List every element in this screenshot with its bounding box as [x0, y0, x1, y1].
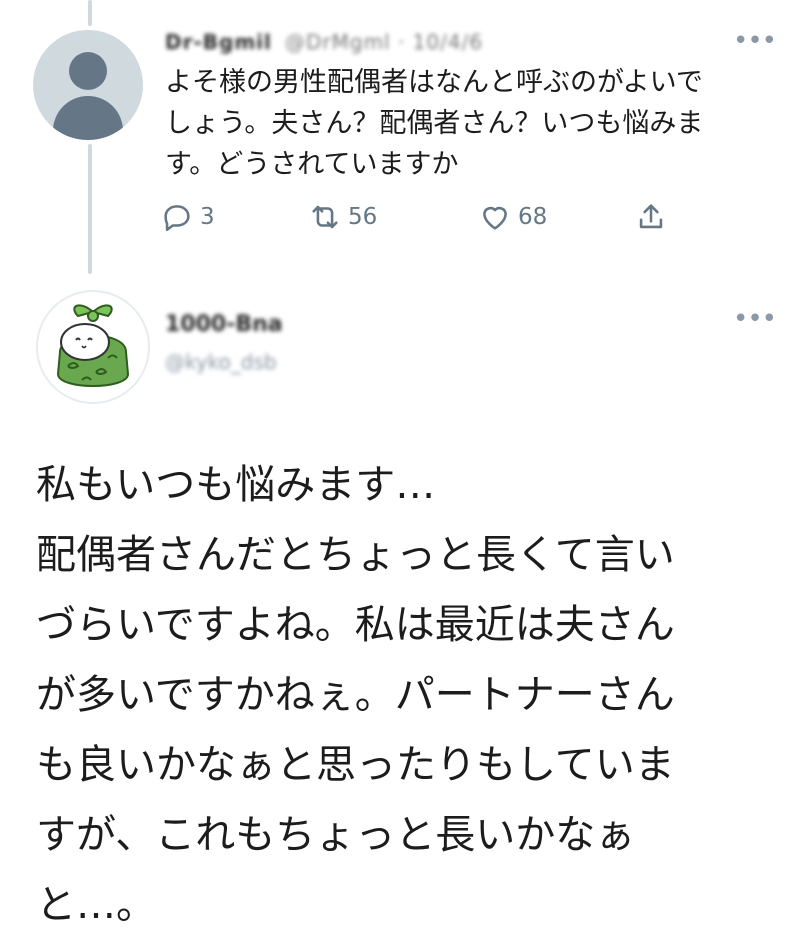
like-icon	[483, 206, 507, 230]
author-name[interactable]: 1000-Bna	[165, 312, 283, 337]
more-icon[interactable]: •••	[733, 306, 777, 332]
tweet-text-line: しょう。夫さん？配偶者さん？いつも悩みま	[165, 108, 704, 139]
tweet-text-line: と…。	[36, 882, 156, 928]
tweet-text-line: すが、これもちょっと長いかなぁ	[36, 812, 636, 858]
tweet-text-line: す。どうされていますか	[165, 149, 459, 180]
more-icon[interactable]: •••	[733, 28, 777, 54]
tweet-text: 私もいつも悩みます… 配偶者さんだとちょっと長くて言い づらいですよね。私は最近…	[36, 450, 776, 940]
share-icon	[639, 204, 663, 229]
retweet-button[interactable]: 56	[308, 200, 377, 234]
tweet-text-line: が多いですかねぇ。パートナーさん	[36, 672, 675, 718]
retweet-icon	[312, 205, 338, 229]
tweet-text-line: づらいですよね。私は最近は夫さん	[36, 602, 675, 648]
reply-button[interactable]: 3	[160, 200, 215, 234]
default-avatar-icon[interactable]	[33, 30, 143, 140]
tweet-text-line: も良いかなぁと思ったりもしていま	[36, 742, 675, 788]
thread-line-connector	[88, 144, 92, 274]
thread-line-top	[88, 0, 92, 26]
tweet-text-line: 私もいつも悩みます…	[36, 462, 436, 508]
mascot-drawing	[56, 304, 130, 387]
like-count: 68	[518, 204, 548, 230]
tweet-text-line: よそ様の男性配偶者はなんと呼ぶのがよいで	[165, 67, 703, 98]
reply-icon	[164, 205, 190, 232]
retweet-count: 56	[348, 204, 378, 230]
tweet-text: よそ様の男性配偶者はなんと呼ぶのがよいで しょう。夫さん？配偶者さん？いつも悩み…	[165, 62, 780, 185]
author-handle: @kyko_dsb	[165, 350, 277, 374]
author-handle: @DrMgml · 10/4/6	[285, 30, 484, 54]
tweet-actions: 3 56 68	[160, 200, 680, 244]
share-button[interactable]	[634, 200, 674, 234]
mascot-avatar-icon[interactable]	[36, 290, 150, 404]
tweet-text-line: 配偶者さんだとちょっと長くて言い	[36, 532, 675, 578]
like-button[interactable]: 68	[478, 200, 547, 234]
author-name[interactable]: Dr-Bgmil	[165, 30, 272, 54]
reply-count: 3	[200, 204, 215, 230]
